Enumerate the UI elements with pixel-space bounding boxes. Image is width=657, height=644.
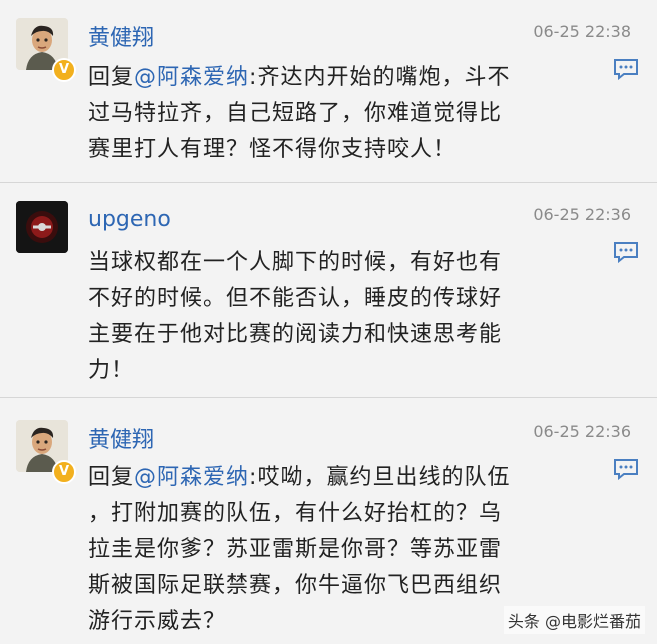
- reply-comment-icon[interactable]: [613, 58, 639, 81]
- text-line: 赛里打人有理？怪不得你支持咬人！: [88, 137, 457, 162]
- username[interactable]: 黄健翔: [88, 422, 154, 454]
- reply-prefix: 回复: [88, 465, 135, 490]
- comment-item: upgeno 06-25 22:36 当球权都在一个人脚下的时候，有好也有 不好…: [0, 183, 657, 397]
- avatar[interactable]: [16, 201, 68, 253]
- reply-comment-icon[interactable]: [613, 458, 639, 481]
- username[interactable]: 黄健翔: [88, 20, 154, 52]
- timestamp: 06-25 22:38: [533, 22, 631, 41]
- text-line: :齐达内开始的嘴炮，斗不: [249, 65, 511, 90]
- reply-comment-icon[interactable]: [613, 241, 639, 264]
- text-line: 主要在于他对比赛的阅读力和快速思考能: [88, 322, 503, 347]
- text-line: 过马特拉齐，自己短路了，你难道觉得比: [88, 101, 503, 126]
- text-line: 拉圭是你爹？苏亚雷斯是你哥？等苏亚雷: [88, 537, 503, 562]
- comment-item: V 黄健翔 06-25 22:38 回复@阿森爱纳:齐达内开始的嘴炮，斗不 过马…: [0, 0, 657, 182]
- text-line: 游行示威去？: [88, 609, 227, 634]
- timestamp: 06-25 22:36: [533, 422, 631, 441]
- text-line: :哎呦，赢约旦出线的队伍: [249, 465, 511, 490]
- mention-link[interactable]: @阿森爱纳: [134, 465, 249, 490]
- username[interactable]: upgeno: [88, 207, 171, 232]
- text-line: ，打附加赛的队伍，有什么好抬杠的？乌: [88, 501, 503, 526]
- mention-link[interactable]: @阿森爱纳: [134, 65, 249, 90]
- watermark: 头条 @电影烂番茄: [503, 606, 645, 634]
- timestamp: 06-25 22:36: [533, 205, 631, 224]
- comment-text: 当球权都在一个人脚下的时候，有好也有 不好的时候。但不能否认，睡皮的传球好 主要…: [88, 245, 558, 389]
- text-line: 力！: [88, 358, 135, 383]
- verified-badge-icon: V: [52, 58, 76, 82]
- verified-badge-icon: V: [52, 460, 76, 484]
- text-line: 斯被国际足联禁赛，你牛逼你飞巴西组织: [88, 573, 503, 598]
- comment-text: 回复@阿森爱纳:哎呦，赢约旦出线的队伍 ，打附加赛的队伍，有什么好抬杠的？乌 拉…: [88, 460, 558, 640]
- reply-prefix: 回复: [88, 65, 135, 90]
- text-line: 当球权都在一个人脚下的时候，有好也有: [88, 250, 503, 275]
- text-line: 不好的时候。但不能否认，睡皮的传球好: [88, 286, 503, 311]
- comment-text: 回复@阿森爱纳:齐达内开始的嘴炮，斗不 过马特拉齐，自己短路了，你难道觉得比 赛…: [88, 60, 558, 168]
